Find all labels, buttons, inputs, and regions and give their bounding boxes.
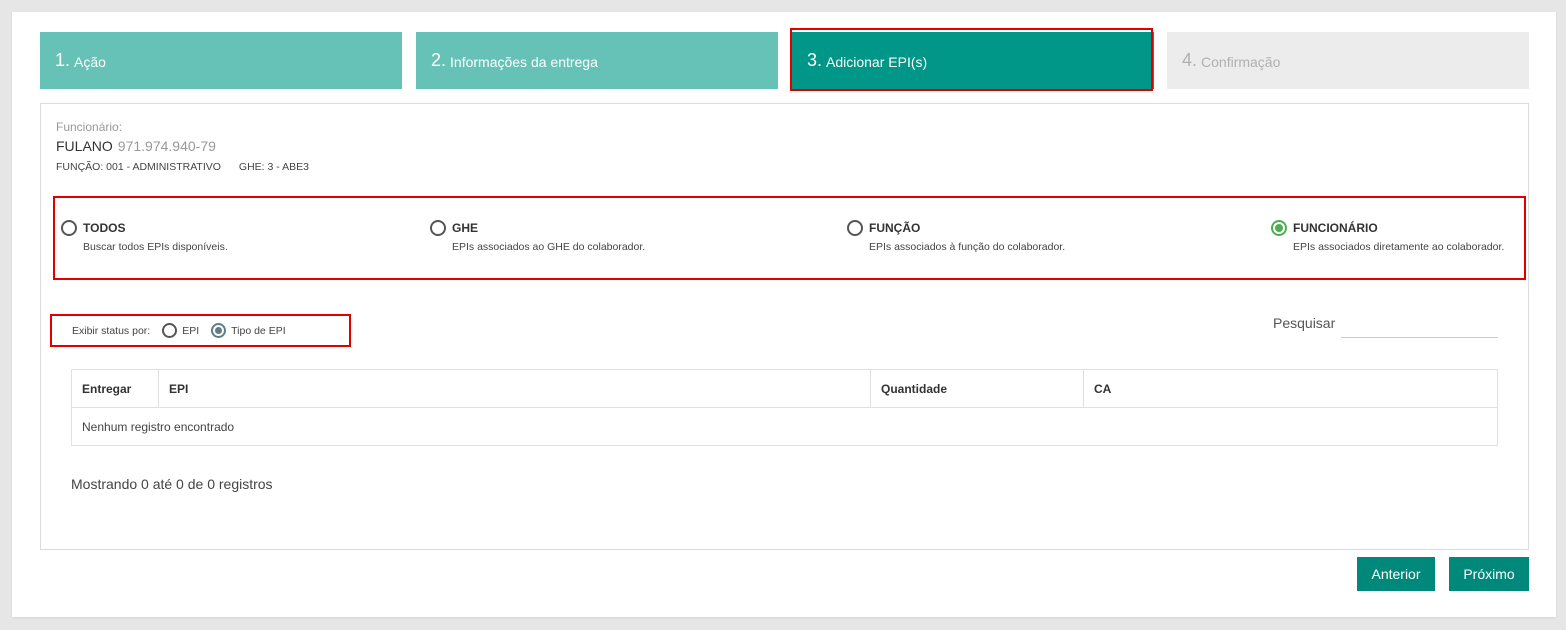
step-number: 2. [431,50,447,70]
radio-unchecked-icon[interactable] [430,220,446,236]
filter-title: FUNÇÃO [869,221,921,235]
employee-function: FUNÇÃO: 001 - ADMINISTRATIVO [56,161,221,173]
step-number: 4. [1182,50,1198,70]
step-content-panel: Funcionário: FULANO 971.974.940-79 FUNÇÃO… [40,103,1529,550]
step-adicionar-epis[interactable]: 3. Adicionar EPI(s) [792,32,1154,89]
filter-title: TODOS [83,221,126,235]
radio-checked-icon[interactable] [211,323,227,338]
status-display-options: Exibir status por: EPI Tipo de EPI [50,314,351,347]
status-option-label: Tipo de EPI [231,324,286,337]
epi-filter-group: TODOS Buscar todos EPIs disponíveis. GHE… [53,196,1526,280]
empty-table-message: Nenhum registro encontrado [71,407,1498,446]
step-confirmacao[interactable]: 4. Confirmação [1167,32,1529,89]
step-number: 3. [807,50,823,70]
status-option-epi[interactable]: EPI [162,323,199,338]
step-label: Ação [74,54,106,70]
next-button[interactable]: Próximo [1449,557,1529,591]
employee-name-row: FULANO 971.974.940-79 [56,138,216,154]
employee-ghe: GHE: 3 - ABE3 [238,161,309,173]
filter-title: GHE [452,221,479,235]
wizard-card: 1. Ação 2. Informações da entrega 3. Adi… [12,12,1556,617]
filter-option-ghe[interactable]: GHE EPIs associados ao GHE do colaborado… [430,220,645,253]
radio-unchecked-icon[interactable] [61,220,77,236]
radio-unchecked-icon[interactable] [847,220,863,236]
filter-description: EPIs associados diretamente ao colaborad… [1293,241,1505,253]
step-number: 1. [55,50,71,70]
column-header-epi[interactable]: EPI [158,369,871,408]
radio-checked-icon[interactable] [1271,220,1287,236]
step-label: Confirmação [1201,54,1281,70]
radio-unchecked-icon[interactable] [162,323,178,338]
column-header-entregar[interactable]: Entregar [71,369,159,408]
filter-option-todos[interactable]: TODOS Buscar todos EPIs disponíveis. [61,220,228,253]
employee-name: FULANO [56,138,113,154]
column-header-ca[interactable]: CA [1083,369,1498,408]
table-header-row: Entregar EPI Quantidade CA [71,369,1498,408]
step-acao[interactable]: 1. Ação [40,32,402,89]
step-label: Informações da entrega [450,54,598,70]
search-label: Pesquisar [1273,315,1336,331]
filter-description: EPIs associados à função do colaborador. [869,241,1066,253]
table-info: Mostrando 0 até 0 de 0 registros [71,476,273,492]
table-row: Nenhum registro encontrado [71,407,1498,446]
filter-title: FUNCIONÁRIO [1293,221,1378,235]
status-option-label: EPI [182,324,200,337]
search-input[interactable] [1341,310,1498,338]
filter-option-funcao[interactable]: FUNÇÃO EPIs associados à função do colab… [847,220,1065,253]
filter-option-funcionario[interactable]: FUNCIONÁRIO EPIs associados diretamente … [1271,220,1504,253]
epi-table: Entregar EPI Quantidade CA Nenhum regist… [71,369,1498,446]
status-option-tipo-de-epi[interactable]: Tipo de EPI [211,323,286,338]
previous-button[interactable]: Anterior [1357,557,1435,591]
status-display-label: Exibir status por: [72,324,151,337]
employee-meta: FUNÇÃO: 001 - ADMINISTRATIVO GHE: 3 - ABE… [56,161,309,173]
step-informacoes-da-entrega[interactable]: 2. Informações da entrega [416,32,778,89]
employee-cpf: 971.974.940-79 [117,138,216,154]
filter-description: EPIs associados ao GHE do colaborador. [452,241,646,253]
filter-description: Buscar todos EPIs disponíveis. [83,241,228,253]
step-label: Adicionar EPI(s) [826,54,928,70]
employee-label: Funcionário: [56,120,123,134]
column-header-quantidade[interactable]: Quantidade [870,369,1084,408]
